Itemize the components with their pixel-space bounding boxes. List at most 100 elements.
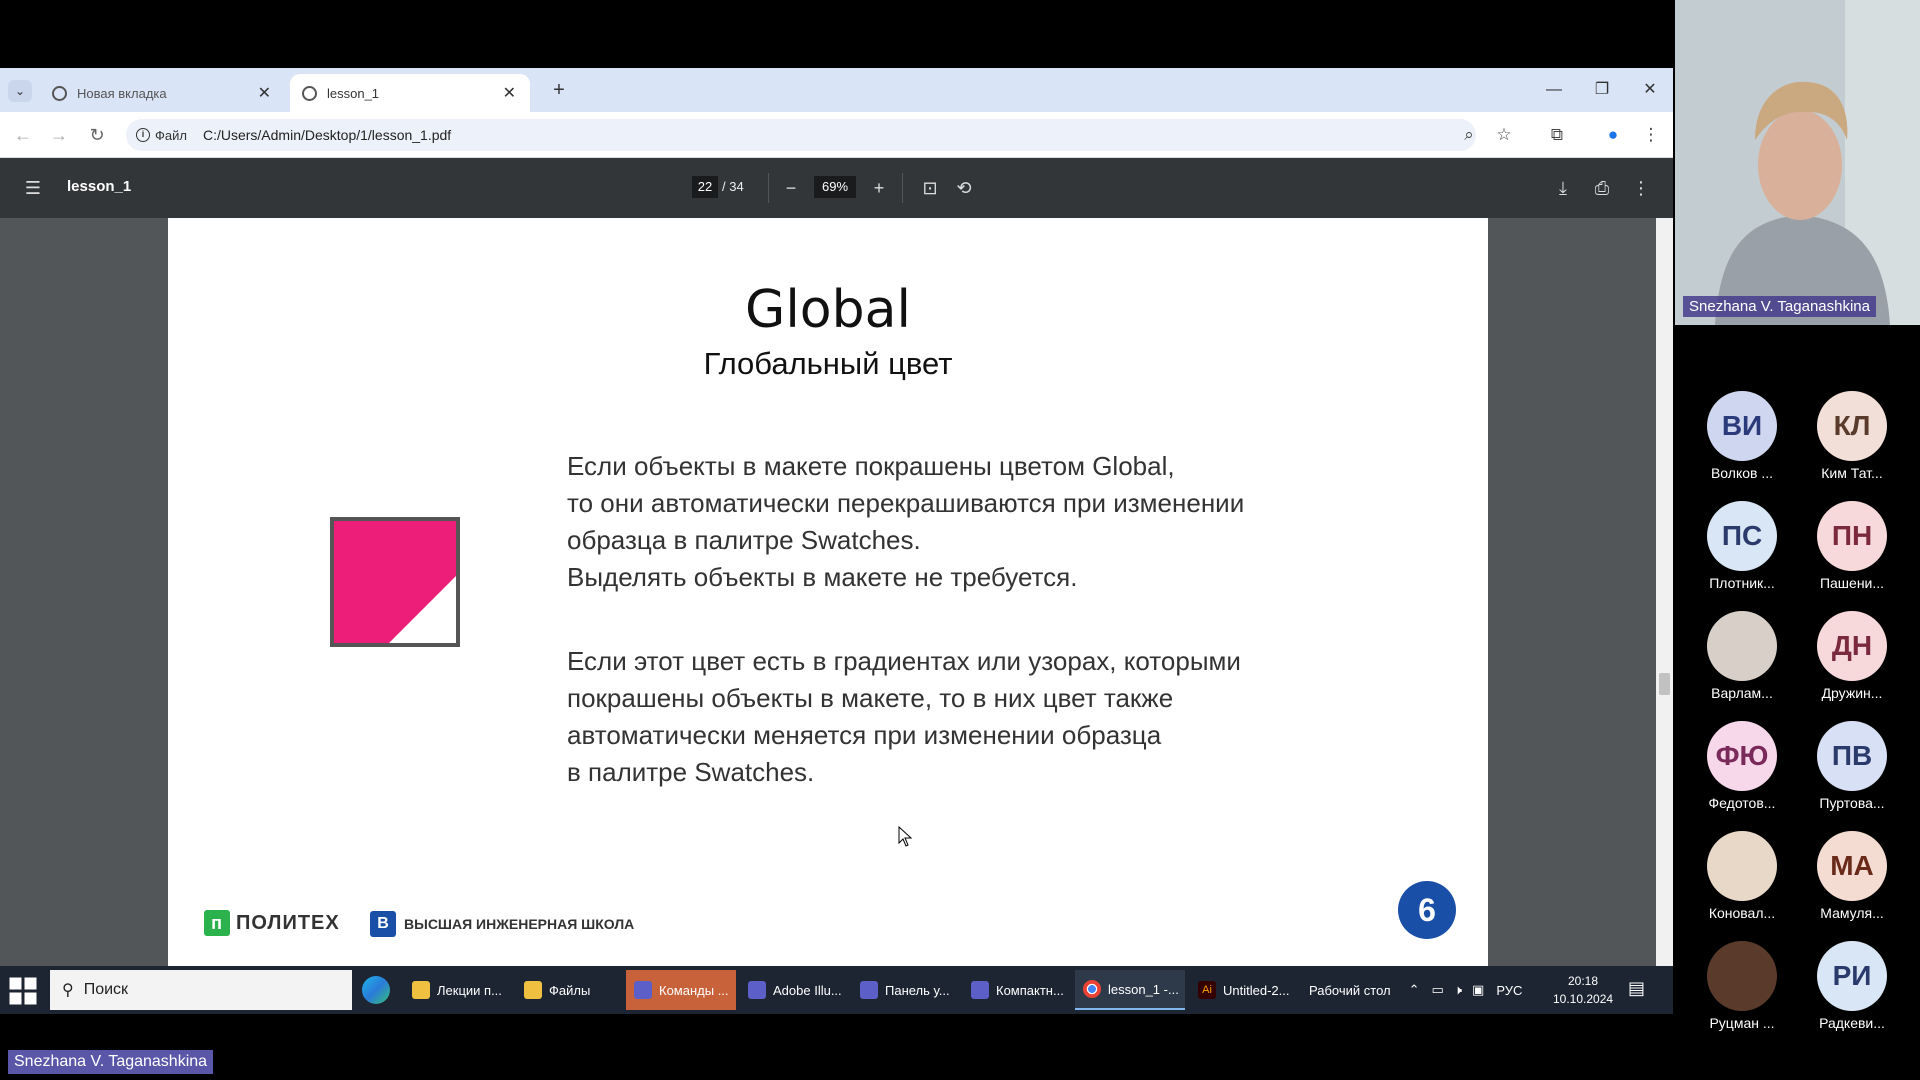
menu-dots-icon[interactable]: ⋮: [1636, 120, 1666, 150]
notifications-icon[interactable]: ▤: [1628, 978, 1645, 999]
pdf-scrollbar[interactable]: [1656, 218, 1673, 966]
zoom-icon[interactable]: ⌕: [1454, 120, 1484, 150]
avatar: МА: [1817, 831, 1887, 901]
language-indicator[interactable]: РУС: [1496, 983, 1522, 998]
profile-icon[interactable]: ●: [1598, 120, 1628, 150]
bookmark-star-icon[interactable]: ☆: [1489, 120, 1519, 150]
avatar: [1707, 831, 1777, 901]
tab-lesson[interactable]: lesson_1 ✕: [290, 74, 530, 112]
taskbar-item-chrome[interactable]: lesson_1 -...: [1075, 970, 1185, 1010]
scrollbar-thumb[interactable]: [1659, 673, 1670, 695]
edge-icon[interactable]: [362, 976, 390, 1004]
back-button[interactable]: ←: [8, 120, 38, 150]
politech-logo: п ПОЛИТЕХ: [204, 910, 340, 936]
participant-tile[interactable]: ПН Пашени...: [1802, 501, 1902, 591]
teams-icon: [860, 981, 878, 999]
school-logo: В ВЫСШАЯ ИНЖЕНЕРНАЯ ШКОЛА: [370, 911, 634, 937]
pdf-page: Global Глобальный цвет Если объекты в ма…: [168, 218, 1488, 966]
participant-tile[interactable]: ВИ Волков ...: [1692, 391, 1792, 481]
extensions-icon[interactable]: ⧉: [1542, 120, 1572, 150]
desktop-label[interactable]: Рабочий стол: [1309, 983, 1391, 998]
minimize-button[interactable]: —: [1534, 76, 1574, 104]
zoom-input[interactable]: 69%: [814, 176, 856, 198]
taskbar-item-lectures[interactable]: Лекции п...: [404, 970, 510, 1010]
fit-page-icon[interactable]: ⊡: [915, 173, 945, 203]
url-field[interactable]: i Файл C:/Users/Admin/Desktop/1/lesson_1…: [126, 119, 1476, 151]
text-line: Если этот цвет есть в градиентах или узо…: [567, 646, 1241, 676]
pdf-viewport[interactable]: Global Глобальный цвет Если объекты в ма…: [0, 218, 1673, 966]
presenter-name-label: Snezhana V. Taganashkina: [1683, 296, 1876, 317]
participant-tile[interactable]: ФЮ Федотов...: [1692, 721, 1792, 811]
divider: [902, 173, 903, 203]
participant-tile[interactable]: МА Мамуля...: [1802, 831, 1902, 921]
clock[interactable]: 20:18 10.10.2024: [1553, 972, 1613, 1008]
avatar: [1707, 611, 1777, 681]
participant-tile[interactable]: ДН Дружин...: [1802, 611, 1902, 701]
taskbar-item-teams[interactable]: Команды ...: [626, 970, 736, 1010]
site-info-chip[interactable]: i Файл: [136, 128, 197, 143]
hamburger-menu-icon[interactable]: ☰: [18, 173, 48, 203]
zoom-out-button[interactable]: −: [776, 173, 806, 203]
restore-button[interactable]: ❐: [1582, 76, 1622, 104]
taskbar-item-illustrator[interactable]: Ai Untitled-2...: [1190, 970, 1296, 1010]
page-number-input[interactable]: 22: [692, 176, 718, 198]
participant-tile[interactable]: Руцман ...: [1692, 941, 1792, 1031]
network-icon[interactable]: ▣: [1472, 982, 1484, 998]
participant-tile[interactable]: ПС Плотник...: [1692, 501, 1792, 591]
taskbar-search[interactable]: ⚲ Поиск: [50, 970, 352, 1010]
rotate-icon[interactable]: ⟲: [949, 173, 979, 203]
chevron-up-icon[interactable]: ⌃: [1409, 982, 1420, 998]
new-tab-button[interactable]: +: [545, 76, 573, 104]
tab-new[interactable]: Новая вкладка ✕: [40, 74, 285, 112]
participant-tile[interactable]: Варлам...: [1692, 611, 1792, 701]
taskbar-item-compact[interactable]: Компактн...: [963, 970, 1069, 1010]
taskbar-item-panel[interactable]: Панель у...: [852, 970, 958, 1010]
avatar: РИ: [1817, 941, 1887, 1011]
tab-bar: ⌄ Новая вкладка ✕ lesson_1 ✕ + — ❐ ✕: [0, 68, 1673, 112]
close-icon[interactable]: ✕: [258, 83, 271, 103]
reload-button[interactable]: ↻: [82, 120, 112, 150]
speaker-icon[interactable]: 🕨: [1454, 982, 1462, 998]
download-icon[interactable]: ⤓: [1548, 173, 1578, 203]
forward-button[interactable]: →: [44, 120, 74, 150]
search-placeholder: Поиск: [83, 981, 129, 998]
pdf-toolbar: ☰ lesson_1 22 / 34 − 69% + ⊡ ⟲ ⤓ ⎙ ⋮: [0, 158, 1673, 218]
illustrator-icon: Ai: [1198, 981, 1216, 999]
participant-name: Ким Тат...: [1821, 465, 1883, 481]
participant-tile[interactable]: ПВ Пуртова...: [1802, 721, 1902, 811]
participant-name: Коновал...: [1708, 905, 1776, 921]
more-options-icon[interactable]: ⋮: [1626, 173, 1656, 203]
participant-name: Мамуля...: [1820, 905, 1884, 921]
print-icon[interactable]: ⎙: [1587, 173, 1617, 203]
info-icon: i: [136, 128, 150, 142]
participant-name: Волков ...: [1710, 465, 1774, 481]
url-text: C:/Users/Admin/Desktop/1/lesson_1.pdf: [202, 127, 452, 143]
text-line: Выделять объекты в макете не требуется.: [567, 562, 1078, 592]
taskbar-item-illustrator-teams[interactable]: Adobe Illu...: [740, 970, 846, 1010]
taskbar-label: Файлы: [549, 982, 591, 998]
tab-label: lesson_1: [327, 85, 380, 101]
text-line: то они автоматически перекрашиваются при…: [567, 488, 1245, 518]
presenter-video[interactable]: Snezhana V. Taganashkina: [1675, 0, 1920, 325]
battery-icon[interactable]: ▭: [1432, 982, 1444, 998]
text-line: образца в палитре Swatches.: [567, 525, 921, 555]
avatar: ДН: [1817, 611, 1887, 681]
participant-name: Руцман ...: [1709, 1015, 1775, 1031]
tab-search-icon[interactable]: ⌄: [8, 80, 32, 102]
screen: ⌄ Новая вкладка ✕ lesson_1 ✕ + — ❐ ✕ ← →…: [0, 0, 1920, 1080]
chrome-icon: [1083, 980, 1101, 998]
politech-text: ПОЛИТЕХ: [236, 911, 340, 934]
participant-tile[interactable]: Коновал...: [1692, 831, 1792, 921]
zoom-in-button[interactable]: +: [864, 173, 894, 203]
participant-tile[interactable]: КЛ Ким Тат...: [1802, 391, 1902, 481]
mouse-cursor-icon: [898, 826, 913, 847]
participant-tile[interactable]: РИ Радкеви...: [1802, 941, 1902, 1031]
folder-icon: [524, 981, 542, 999]
windows-start-icon[interactable]: [8, 976, 38, 1006]
participant-name: Варлам...: [1711, 685, 1773, 701]
text-line: в палитре Swatches.: [567, 757, 815, 787]
system-tray: Рабочий стол ⌃ ▭ 🕨 ▣ РУС: [1303, 966, 1673, 1014]
close-window-button[interactable]: ✕: [1630, 76, 1670, 104]
taskbar-item-files[interactable]: Файлы: [516, 970, 622, 1010]
close-icon[interactable]: ✕: [503, 83, 516, 103]
